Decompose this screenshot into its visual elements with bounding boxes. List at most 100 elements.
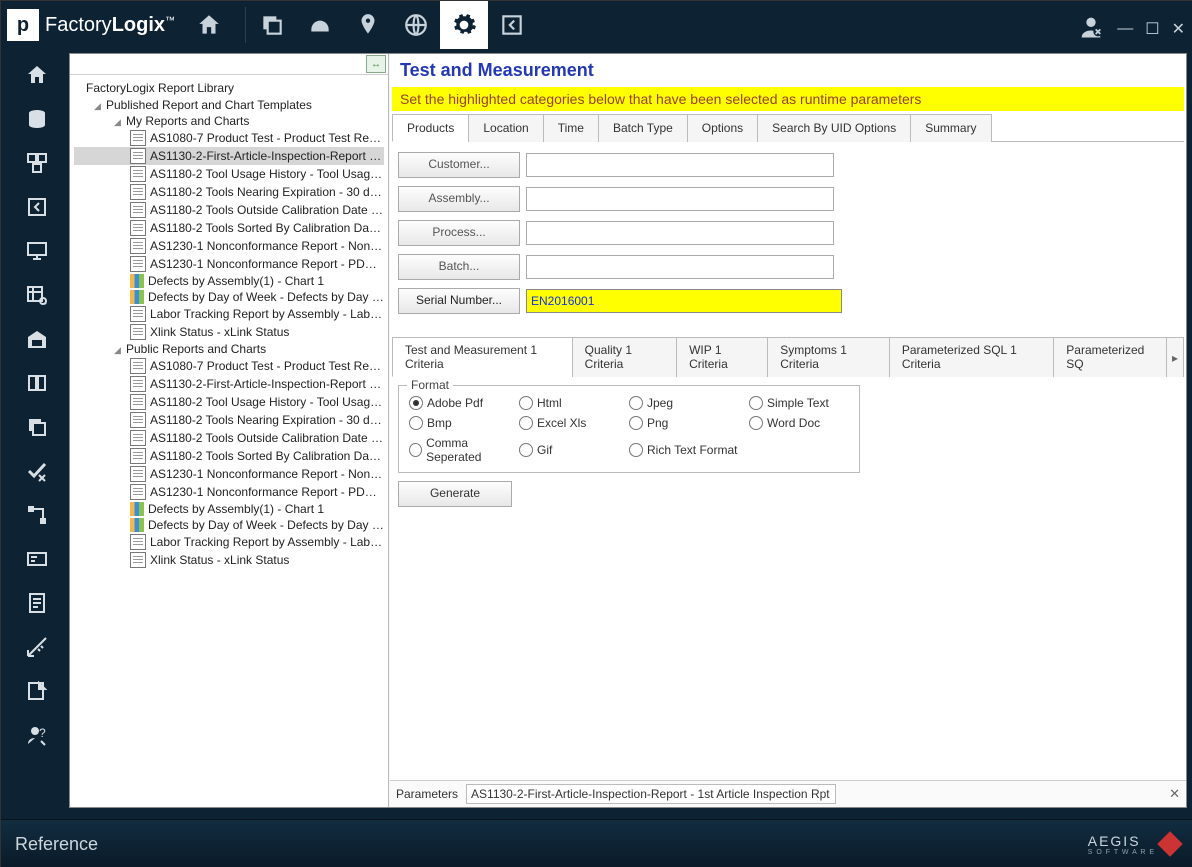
tab-summary[interactable]: Summary	[910, 114, 991, 142]
status-close-icon[interactable]: ✕	[1169, 786, 1180, 802]
side-monitor-icon[interactable]	[7, 229, 67, 273]
tree-leaf[interactable]: AS1180-2 Tools Sorted By Calibration Dat…	[74, 447, 384, 465]
format-radio-simple-text[interactable]: Simple Text	[749, 396, 859, 410]
tree-group-my[interactable]: ◢My Reports and Charts	[74, 113, 384, 129]
format-radio-rich-text-format[interactable]: Rich Text Format	[629, 436, 749, 464]
side-export-icon[interactable]	[7, 669, 67, 713]
helmet-icon[interactable]	[296, 1, 344, 49]
tree-leaf[interactable]: AS1180-2 Tool Usage History - Tool Usage…	[74, 165, 384, 183]
tree-leaf-label: Xlink Status - xLink Status	[150, 553, 289, 567]
tab-options[interactable]: Options	[687, 114, 758, 142]
tree-leaf[interactable]: AS1230-1 Nonconformance Report - Nonc…	[74, 237, 384, 255]
side-table-search-icon[interactable]	[7, 273, 67, 317]
tree-leaf[interactable]: Defects by Day of Week - Defects by Day …	[74, 289, 384, 305]
side-notes-icon[interactable]	[7, 581, 67, 625]
minimize-button[interactable]: —	[1117, 20, 1133, 38]
tree-leaf-label: AS1180-2 Tools Nearing Expiration - 30 d…	[150, 185, 384, 199]
format-radio-comma-seperated[interactable]: Comma Seperated	[409, 436, 519, 464]
side-ruler-icon[interactable]	[7, 625, 67, 669]
process-button[interactable]: Process...	[398, 220, 520, 246]
tree-leaf[interactable]: AS1080-7 Product Test - Product Test Rep…	[74, 357, 384, 375]
format-radio-png[interactable]: Png	[629, 416, 749, 430]
tab-batch-type[interactable]: Batch Type	[598, 114, 688, 142]
tree-leaf[interactable]: AS1080-7 Product Test - Product Test Rep…	[74, 129, 384, 147]
tree-leaf[interactable]: AS1180-2 Tools Outside Calibration Date …	[74, 429, 384, 447]
side-history-icon[interactable]	[7, 185, 67, 229]
criteria-tab[interactable]: Quality 1 Criteria	[572, 337, 677, 377]
gear-icon[interactable]	[440, 1, 488, 49]
history-back-icon[interactable]	[488, 1, 536, 49]
radio-label: Jpeg	[647, 396, 673, 410]
tab-time[interactable]: Time	[543, 114, 599, 142]
tree-leaf[interactable]: AS1180-2 Tools Nearing Expiration - 30 d…	[74, 411, 384, 429]
tree-leaf[interactable]: Defects by Assembly(1) - Chart 1	[74, 501, 384, 517]
side-home-icon[interactable]	[7, 53, 67, 97]
tree-leaf[interactable]: AS1180-2 Tools Sorted By Calibration Dat…	[74, 219, 384, 237]
document-icon	[130, 184, 146, 200]
format-radio-bmp[interactable]: Bmp	[409, 416, 519, 430]
tree-refresh-button[interactable]: ↔	[366, 55, 386, 73]
tree-leaf[interactable]: Labor Tracking Report by Assembly - Labo…	[74, 533, 384, 551]
side-book-icon[interactable]	[7, 361, 67, 405]
format-radio-adobe-pdf[interactable]: Adobe Pdf	[409, 396, 519, 410]
customer-button[interactable]: Customer...	[398, 152, 520, 178]
tree-leaf[interactable]: Defects by Day of Week - Defects by Day …	[74, 517, 384, 533]
tree-leaf[interactable]: Defects by Assembly(1) - Chart 1	[74, 273, 384, 289]
format-radio-word-doc[interactable]: Word Doc	[749, 416, 859, 430]
tab-search-by-uid-options[interactable]: Search By UID Options	[757, 114, 911, 142]
criteria-tab[interactable]: Parameterized SQ	[1053, 337, 1167, 377]
assembly-button[interactable]: Assembly...	[398, 186, 520, 212]
side-help-user-icon[interactable]: ?	[7, 713, 67, 757]
tree-leaf[interactable]: Labor Tracking Report by Assembly - Labo…	[74, 305, 384, 323]
tree-leaf-label: Defects by Day of Week - Defects by Day …	[148, 518, 384, 532]
tree-leaf[interactable]: AS1130-2-First-Article-Inspection-Report…	[74, 147, 384, 165]
tree-leaf[interactable]: AS1230-1 Nonconformance Report - Nonc…	[74, 465, 384, 483]
tree-leaf[interactable]: AS1180-2 Tool Usage History - Tool Usage…	[74, 393, 384, 411]
format-radio-excel-xls[interactable]: Excel Xls	[519, 416, 629, 430]
tabs-scroll-right-icon[interactable]: ▸	[1166, 337, 1184, 377]
side-warehouse-icon[interactable]	[7, 317, 67, 361]
format-radio-gif[interactable]: Gif	[519, 436, 629, 464]
home-icon[interactable]	[185, 1, 233, 49]
format-radio-html[interactable]: Html	[519, 396, 629, 410]
side-card-icon[interactable]	[7, 537, 67, 581]
tree-leaf[interactable]: Xlink Status - xLink Status	[74, 551, 384, 569]
side-check-x-icon[interactable]	[7, 449, 67, 493]
location-pin-icon[interactable]	[344, 1, 392, 49]
footer-title: Reference	[15, 834, 98, 855]
globe-icon[interactable]	[392, 1, 440, 49]
tab-location[interactable]: Location	[468, 114, 543, 142]
maximize-button[interactable]: ☐	[1145, 19, 1159, 39]
serial-number-button[interactable]: Serial Number...	[398, 288, 520, 314]
tree-leaf[interactable]: AS1180-2 Tools Outside Calibration Date …	[74, 201, 384, 219]
windows-stack-icon[interactable]	[248, 1, 296, 49]
user-icon[interactable]	[1077, 13, 1105, 44]
tree-leaf[interactable]: AS1130-2-First-Article-Inspection-Report…	[74, 375, 384, 393]
process-field[interactable]	[526, 221, 834, 245]
criteria-tab[interactable]: Symptoms 1 Criteria	[767, 337, 890, 377]
criteria-tab[interactable]: Parameterized SQL 1 Criteria	[889, 337, 1054, 377]
batch-field[interactable]	[526, 255, 834, 279]
criteria-tab[interactable]: Test and Measurement 1 Criteria	[392, 337, 573, 377]
side-database-icon[interactable]	[7, 97, 67, 141]
tree-leaf[interactable]: AS1230-1 Nonconformance Report - PDF -…	[74, 483, 384, 501]
tree-leaf-label: AS1230-1 Nonconformance Report - Nonc…	[150, 239, 384, 253]
customer-field[interactable]	[526, 153, 834, 177]
side-flow-icon[interactable]	[7, 493, 67, 537]
batch-button[interactable]: Batch...	[398, 254, 520, 280]
criteria-tab[interactable]: WIP 1 Criteria	[676, 337, 768, 377]
side-copy-icon[interactable]	[7, 405, 67, 449]
tree-leaf[interactable]: AS1230-1 Nonconformance Report - PDF -…	[74, 255, 384, 273]
side-boxes-icon[interactable]	[7, 141, 67, 185]
document-icon	[130, 412, 146, 428]
assembly-field[interactable]	[526, 187, 834, 211]
close-button[interactable]: ✕	[1172, 19, 1185, 39]
tree-root[interactable]: ◢Published Report and Chart Templates	[74, 97, 384, 113]
tree-leaf[interactable]: AS1180-2 Tools Nearing Expiration - 30 d…	[74, 183, 384, 201]
tree-leaf[interactable]: Xlink Status - xLink Status	[74, 323, 384, 341]
format-radio-jpeg[interactable]: Jpeg	[629, 396, 749, 410]
serial-number-field[interactable]: EN2016001	[526, 289, 842, 313]
generate-button[interactable]: Generate	[398, 481, 512, 507]
tab-products[interactable]: Products	[392, 114, 469, 142]
tree-group-public[interactable]: ◢Public Reports and Charts	[74, 341, 384, 357]
